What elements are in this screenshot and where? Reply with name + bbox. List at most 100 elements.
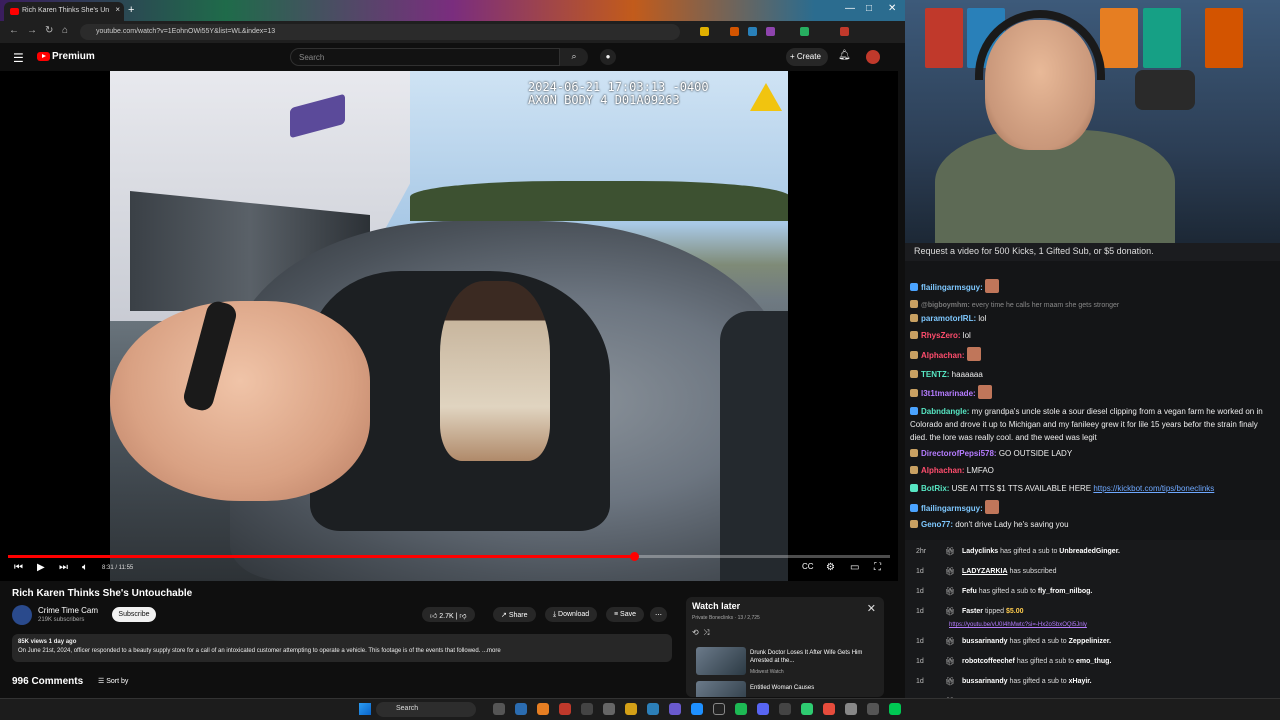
save-button[interactable]: ≡ Save: [606, 607, 644, 622]
event-user[interactable]: Fefu: [962, 588, 977, 595]
sort-button[interactable]: ☰ Sort by: [98, 677, 128, 685]
video-player[interactable]: 2024-06-21 17:03:13 -0400 AXON BODY 4 D0…: [0, 71, 898, 581]
chat-username[interactable]: flailingarmsguy:: [921, 504, 985, 513]
microphone-icon[interactable]: ●: [600, 49, 616, 65]
event-user[interactable]: robotcoffeechef: [962, 658, 1015, 665]
youtube-logo-icon[interactable]: [37, 52, 50, 61]
app-icon[interactable]: [867, 703, 879, 715]
profile-icon[interactable]: [840, 27, 849, 36]
minimize-icon[interactable]: —: [845, 3, 855, 14]
playlist-thumbnail[interactable]: [696, 647, 746, 675]
channel-avatar[interactable]: [12, 605, 32, 625]
spotify-icon[interactable]: [735, 703, 747, 715]
fullscreen-icon[interactable]: ⛶: [874, 562, 881, 573]
app-icon[interactable]: [823, 703, 835, 715]
tab-close-icon[interactable]: ×: [115, 5, 120, 14]
playlist-thumbnail[interactable]: [696, 681, 746, 697]
playlist-item-title[interactable]: Drunk Doctor Loses It After Wife Gets Hi…: [750, 649, 870, 665]
discord-icon[interactable]: [757, 703, 769, 715]
next-icon[interactable]: ⏭: [59, 562, 68, 573]
theater-mode-icon[interactable]: ▭: [850, 562, 859, 573]
volume-icon[interactable]: 🔈︎: [82, 562, 88, 573]
event-user[interactable]: bussarinandy: [962, 678, 1008, 685]
reload-icon[interactable]: ↻: [45, 25, 53, 36]
chat-username[interactable]: @bigboymhm:: [921, 302, 972, 309]
close-icon[interactable]: ✕: [867, 602, 876, 615]
more-actions-icon[interactable]: ⋯: [650, 607, 667, 622]
chat-username[interactable]: DirectorofPepsi578:: [921, 449, 999, 458]
edge-icon[interactable]: [515, 703, 527, 715]
channel-name[interactable]: Crime Time Cam: [38, 606, 98, 615]
playlist-item-title[interactable]: Entitled Woman Causes: [750, 684, 870, 692]
home-icon[interactable]: ⌂: [62, 25, 68, 36]
extension-icon[interactable]: [800, 27, 809, 36]
chat-username[interactable]: paramotorIRL:: [921, 314, 978, 323]
chat-username[interactable]: flailingarmsguy:: [921, 283, 985, 292]
search-input[interactable]: Search: [290, 48, 560, 66]
url-field[interactable]: youtube.com/watch?v=1EohnOWi55Y&list=WL&…: [80, 24, 680, 40]
event-user[interactable]: Faster: [962, 608, 983, 615]
download-label: Download: [558, 611, 590, 618]
search-icon[interactable]: ⌕: [560, 48, 588, 66]
share-button[interactable]: ↗ Share: [493, 607, 536, 622]
description-box[interactable]: 85K views 1 day ago On June 21st, 2024, …: [12, 634, 672, 662]
chat-username[interactable]: RhysZero:: [921, 331, 963, 340]
app-icon[interactable]: [845, 703, 857, 715]
forward-icon[interactable]: →: [27, 25, 37, 36]
folder-icon[interactable]: [625, 703, 637, 715]
wall-poster: [1100, 8, 1138, 68]
chat-username[interactable]: BotRix:: [921, 484, 952, 493]
chat-username[interactable]: Dabndangle:: [921, 407, 972, 416]
create-button[interactable]: + Create: [786, 48, 828, 66]
hamburger-menu-icon[interactable]: ☰: [13, 51, 24, 65]
chat-panel: Request a video for 500 Kicks, 1 Gifted …: [905, 243, 1280, 540]
app-icon[interactable]: [691, 703, 703, 715]
extension-icon[interactable]: [700, 27, 709, 36]
app-icon[interactable]: [669, 703, 681, 715]
app-icon[interactable]: [581, 703, 593, 715]
notifications-bell-icon[interactable]: 🔔︎: [838, 50, 851, 61]
chat-username[interactable]: Alphachan:: [921, 351, 967, 360]
extension-icon[interactable]: [748, 27, 757, 36]
tip-link[interactable]: https://youtu.be/vU0I4hMwtc?si=-Hx2oSbxO…: [949, 622, 1087, 628]
play-icon[interactable]: ▶: [37, 562, 45, 573]
subscribe-button[interactable]: Subscribe: [112, 607, 156, 622]
windows-start-icon[interactable]: [359, 703, 371, 715]
progress-bar[interactable]: [8, 552, 890, 561]
event-user[interactable]: LADYZARKIA: [962, 568, 1008, 575]
app-icon[interactable]: [559, 703, 571, 715]
task-view-icon[interactable]: [493, 703, 505, 715]
maximize-icon[interactable]: □: [866, 3, 872, 14]
download-button[interactable]: ⤓ Download: [545, 607, 598, 622]
event-action: has gifted a sub to: [976, 588, 1038, 595]
chat-username[interactable]: Geno77:: [921, 520, 955, 529]
chat-username[interactable]: TENTZ:: [921, 370, 952, 379]
loop-icon[interactable]: ⟲: [692, 628, 699, 637]
obs-icon[interactable]: [713, 703, 725, 715]
youtube-premium-label[interactable]: Premium: [52, 51, 95, 62]
chrome-icon[interactable]: [537, 703, 549, 715]
like-button[interactable]: 👍︎ 2.7K | 👎︎: [422, 607, 475, 622]
back-icon[interactable]: ←: [9, 25, 19, 36]
kick-icon[interactable]: [889, 703, 901, 715]
app-icon[interactable]: [779, 703, 791, 715]
event-user[interactable]: Ladyclinks: [962, 548, 998, 555]
close-window-icon[interactable]: ✕: [888, 3, 896, 14]
chat-link[interactable]: https://kickbot.com/tips/boneclinks: [1093, 484, 1214, 493]
account-avatar[interactable]: [866, 50, 880, 64]
extension-icon[interactable]: [730, 27, 739, 36]
chat-username[interactable]: l3t1tmarinade:: [921, 389, 978, 398]
new-tab-icon[interactable]: +: [128, 4, 134, 16]
event-user[interactable]: bussarinandy: [962, 638, 1008, 645]
shuffle-icon[interactable]: ⤨: [703, 628, 709, 637]
previous-icon[interactable]: ⏮: [14, 562, 23, 573]
captions-icon[interactable]: CC: [802, 562, 814, 571]
app-icon[interactable]: [647, 703, 659, 715]
app-icon[interactable]: [801, 703, 813, 715]
chat-username[interactable]: Alphachan:: [921, 466, 967, 475]
app-icon[interactable]: [603, 703, 615, 715]
extension-icon[interactable]: [766, 27, 775, 36]
settings-gear-icon[interactable]: ⚙: [826, 562, 835, 573]
taskbar-search[interactable]: Search: [376, 702, 476, 717]
tab-youtube[interactable]: Rich Karen Thinks She's Un ×: [4, 2, 124, 21]
